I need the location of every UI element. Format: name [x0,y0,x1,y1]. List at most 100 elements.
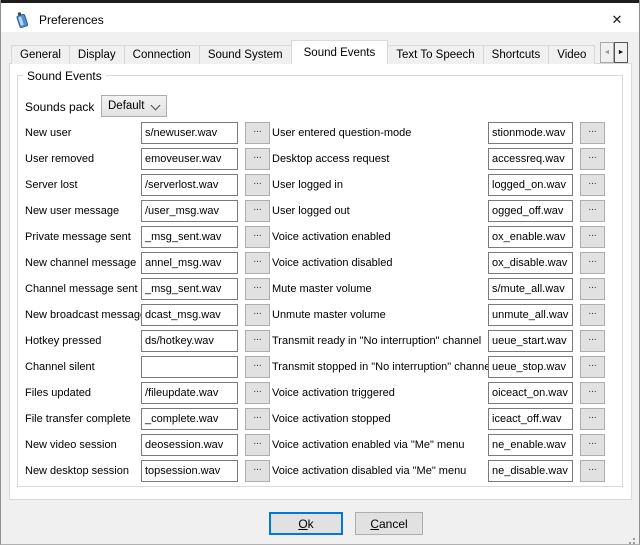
sound-file-input[interactable]: deosession.wav [141,434,238,456]
ok-button[interactable]: Ok [269,512,343,535]
sound-event-row: Voice activation stoppediceact_off.wav..… [272,408,605,430]
sound-file-input[interactable]: oiceact_on.wav [488,382,573,404]
sound-file-input[interactable]: s/mute_all.wav [488,278,573,300]
sound-file-input[interactable]: ueue_start.wav [488,330,573,352]
resize-grip[interactable] [633,538,635,540]
sound-file-input[interactable]: /fileupdate.wav [141,382,238,404]
sound-event-label: User logged out [272,205,488,217]
browse-button[interactable]: ... [580,174,605,196]
sound-event-label: File transfer complete [25,413,141,425]
sound-event-label: User removed [25,153,141,165]
browse-button[interactable]: ... [245,252,270,274]
browse-button[interactable]: ... [245,226,270,248]
tab-sound-system[interactable]: Sound System [199,45,292,64]
sound-file-input[interactable]: ox_enable.wav [488,226,573,248]
browse-button[interactable]: ... [580,330,605,352]
browse-button[interactable]: ... [245,278,270,300]
sound-file-input[interactable]: accessreq.wav [488,148,573,170]
browse-button[interactable]: ... [580,278,605,300]
browse-button[interactable]: ... [245,122,270,144]
sound-file-input[interactable]: stionmode.wav [488,122,573,144]
app-icon [14,11,31,28]
sound-event-row: New users/newuser.wav... [25,122,270,144]
sound-event-label: New user [25,127,141,139]
sound-file-input[interactable]: unmute_all.wav [488,304,573,326]
browse-button[interactable]: ... [245,460,270,482]
sound-file-input[interactable]: ne_disable.wav [488,460,573,482]
sound-file-input[interactable]: dcast_msg.wav [141,304,238,326]
sounds-pack-select[interactable]: Default [101,95,167,117]
browse-button[interactable]: ... [580,434,605,456]
sound-event-row: New broadcast messagedcast_msg.wav... [25,304,270,326]
browse-button[interactable]: ... [580,304,605,326]
browse-button[interactable]: ... [580,148,605,170]
sound-event-row: Channel message sent_msg_sent.wav... [25,278,270,300]
sound-file-input[interactable]: /serverlost.wav [141,174,238,196]
sound-event-label: Files updated [25,387,141,399]
sound-event-row: Voice activation disabled via "Me" menun… [272,460,605,482]
sound-file-input[interactable]: annel_msg.wav [141,252,238,274]
sound-event-label: Voice activation disabled [272,257,488,269]
sound-event-label: Transmit ready in "No interruption" chan… [272,335,488,347]
sound-file-input[interactable]: _msg_sent.wav [141,226,238,248]
browse-button[interactable]: ... [245,200,270,222]
sound-event-row: Desktop access requestaccessreq.wav... [272,148,605,170]
sound-file-input[interactable]: _complete.wav [141,408,238,430]
sound-event-row: User entered question-modestionmode.wav.… [272,122,605,144]
tab-scroll-right-icon[interactable]: ► [614,42,628,63]
sound-event-label: Voice activation enabled [272,231,488,243]
sound-file-input[interactable]: s/newuser.wav [141,122,238,144]
sound-file-input[interactable]: ox_disable.wav [488,252,573,274]
browse-button[interactable]: ... [245,382,270,404]
browse-button[interactable]: ... [245,174,270,196]
titlebar[interactable]: Preferences ✕ [1,3,639,32]
sound-file-input[interactable]: iceact_off.wav [488,408,573,430]
sound-file-input[interactable]: ueue_stop.wav [488,356,573,378]
browse-button[interactable]: ... [580,252,605,274]
right-column: User entered question-modestionmode.wav.… [272,122,605,486]
browse-button[interactable]: ... [580,356,605,378]
sound-file-input[interactable]: /user_msg.wav [141,200,238,222]
browse-button[interactable]: ... [580,122,605,144]
sound-file-input[interactable]: topsession.wav [141,460,238,482]
sound-event-row: Mute master volumes/mute_all.wav... [272,278,605,300]
sound-event-row: Voice activation enabled via "Me" menune… [272,434,605,456]
browse-button[interactable]: ... [245,434,270,456]
sound-event-label: Desktop access request [272,153,488,165]
sound-event-row: Hotkey pressedds/hotkey.wav... [25,330,270,352]
sounds-pack-label: Sounds pack [25,100,94,114]
tab-sound-events[interactable]: Sound Events [291,40,389,64]
browse-button[interactable]: ... [580,408,605,430]
browse-button[interactable]: ... [580,226,605,248]
sound-file-input[interactable]: ne_enable.wav [488,434,573,456]
browse-button[interactable]: ... [245,356,270,378]
tab-video[interactable]: Video [548,45,595,64]
browse-button[interactable]: ... [580,382,605,404]
sound-file-input[interactable]: _msg_sent.wav [141,278,238,300]
browse-button[interactable]: ... [245,330,270,352]
browse-button[interactable]: ... [245,148,270,170]
tab-shortcuts[interactable]: Shortcuts [483,45,550,64]
sound-file-input[interactable]: emoveuser.wav [141,148,238,170]
sound-file-input[interactable] [141,356,238,378]
sound-file-input[interactable]: ds/hotkey.wav [141,330,238,352]
browse-button[interactable]: ... [580,460,605,482]
tab-general[interactable]: General [11,45,70,64]
sound-event-row: Unmute master volumeunmute_all.wav... [272,304,605,326]
sound-event-label: New video session [25,439,141,451]
browse-button[interactable]: ... [580,200,605,222]
sound-file-input[interactable]: logged_on.wav [488,174,573,196]
browse-button[interactable]: ... [245,304,270,326]
tab-text-to-speech[interactable]: Text To Speech [387,45,483,64]
sound-event-row: Voice activation triggeredoiceact_on.wav… [272,382,605,404]
browse-button[interactable]: ... [245,408,270,430]
sound-event-row: User removedemoveuser.wav... [25,148,270,170]
sound-event-row: Private message sent_msg_sent.wav... [25,226,270,248]
sound-file-input[interactable]: ogged_off.wav [488,200,573,222]
close-icon[interactable]: ✕ [599,6,635,34]
sound-event-label: Voice activation disabled via "Me" menu [272,465,488,477]
cancel-button[interactable]: Cancel [355,512,423,535]
tab-connection[interactable]: Connection [124,45,200,64]
tab-scroll-left-icon[interactable]: ◄ [600,42,614,63]
tab-display[interactable]: Display [69,45,125,64]
